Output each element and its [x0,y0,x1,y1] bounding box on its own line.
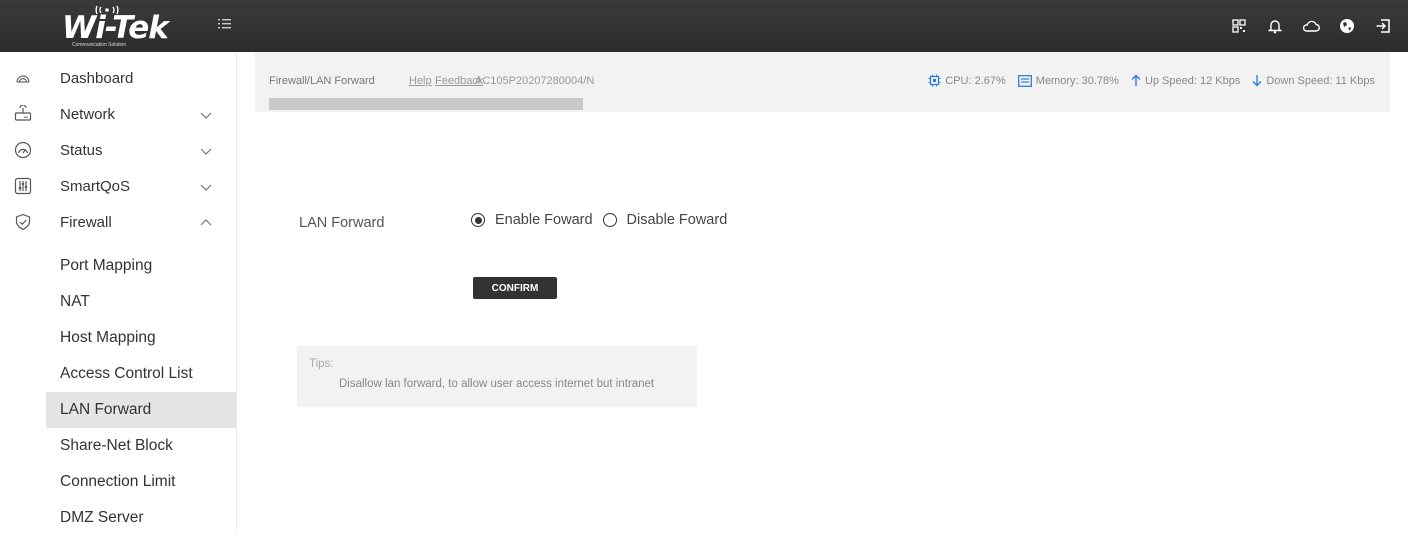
sidebar-item-label: Dashboard [60,69,134,87]
sidebar-subitem-dmz-server[interactable]: DMZ Server [46,500,236,536]
sidebar-subitem-label: Share-Net Block [60,437,173,454]
sidebar-item-label: Firewall [60,213,112,231]
sidebar-subitem-share-net-block[interactable]: Share-Net Block [46,428,236,464]
wi-tek-logo[interactable]: Wi-Tek Communication Solution [62,5,182,48]
tips-title: Tips: [309,358,334,370]
sidebar-item-firewall[interactable]: Firewall [0,204,236,240]
bell-icon[interactable] [1264,15,1286,37]
menu-toggle-icon[interactable] [218,17,232,31]
sidebar-item-dashboard[interactable]: Dashboard [0,60,236,96]
top-bar: Wi-Tek Communication Solution [0,0,1408,52]
sidebar-subitem-nat[interactable]: NAT [46,284,236,320]
up-speed: Up Speed: 12 Kbps [1144,74,1241,87]
sidebar: Dashboard Network Status SmartQoS Firewa… [0,52,237,530]
chevron-up-icon [200,216,212,228]
qr-code-icon[interactable] [1228,15,1250,37]
sliders-icon [14,177,32,195]
sidebar-subitem-label: LAN Forward [60,401,152,418]
device-serial: AC105P20207280004/N [475,75,595,87]
sidebar-item-status[interactable]: Status [0,132,236,168]
confirm-button[interactable]: CONFIRM [473,277,557,299]
sidebar-subitem-label: Port Mapping [60,257,153,274]
sidebar-subitem-connection-limit[interactable]: Connection Limit [46,464,236,500]
breadcrumb: Firewall/LAN Forward [269,75,375,87]
memory-icon [1017,74,1032,87]
main-content: Firewall/LAN Forward Help Feedback AC105… [237,52,1408,530]
tips-box: Tips: Disallow lan forward, to allow use… [297,346,697,407]
logo-tagline: Communication Solution [72,42,127,48]
tips-text: Disallow lan forward, to allow user acce… [339,378,655,390]
sidebar-subitem-lan-forward[interactable]: LAN Forward [46,392,236,428]
cloud-icon[interactable] [1300,15,1322,37]
cpu-icon [928,74,941,87]
sidebar-item-network[interactable]: Network [0,96,236,132]
sidebar-item-label: Network [60,105,116,123]
gauge-icon [14,141,32,159]
chevron-down-icon [200,108,212,120]
sidebar-subitem-port-mapping[interactable]: Port Mapping [46,248,236,284]
router-icon [14,104,32,123]
sidebar-subitem-access-control-list[interactable]: Access Control List [46,356,236,392]
arrow-up-icon [1131,74,1141,86]
down-speed: Down Speed: 11 Kbps [1266,74,1375,87]
lan-forward-radio-group: Enable Foward Disable Foward [471,212,737,228]
logout-icon[interactable] [1372,15,1394,37]
system-stats: CPU: 2.67% Memory: 30.78% Up Speed: 12 K… [920,74,1375,87]
loading-bar [269,98,583,110]
header-row: Firewall/LAN Forward Help Feedback AC105… [269,72,1379,92]
arrow-down-icon [1252,75,1262,87]
enable-forward-label[interactable]: Enable Foward [495,212,593,228]
enable-forward-radio[interactable] [471,213,485,227]
help-link[interactable]: Help [409,75,432,87]
memory-usage: Memory: 30.78% [1035,74,1119,87]
chevron-down-icon [200,180,212,192]
sidebar-subitem-label: Host Mapping [60,329,156,346]
sidebar-item-smartqos[interactable]: SmartQoS [0,168,236,204]
cpu-usage: CPU: 2.67% [945,74,1006,87]
disable-forward-label[interactable]: Disable Foward [627,212,728,228]
logo-text: Wi-Tek [62,10,169,46]
chevron-down-icon [200,144,212,156]
sidebar-subitem-label: DMZ Server [60,509,144,526]
dashboard-icon [14,69,32,87]
shield-icon [14,213,32,231]
sidebar-item-label: SmartQoS [60,177,131,195]
sidebar-subitem-label: Access Control List [60,365,193,382]
sidebar-subitem-label: Connection Limit [60,473,176,490]
lan-forward-label: LAN Forward [299,215,385,231]
disable-forward-radio[interactable] [602,213,617,227]
sidebar-subitem-host-mapping[interactable]: Host Mapping [46,320,236,356]
globe-icon[interactable] [1336,15,1358,37]
sidebar-item-label: Status [60,141,103,159]
sidebar-subitem-label: NAT [60,293,90,310]
